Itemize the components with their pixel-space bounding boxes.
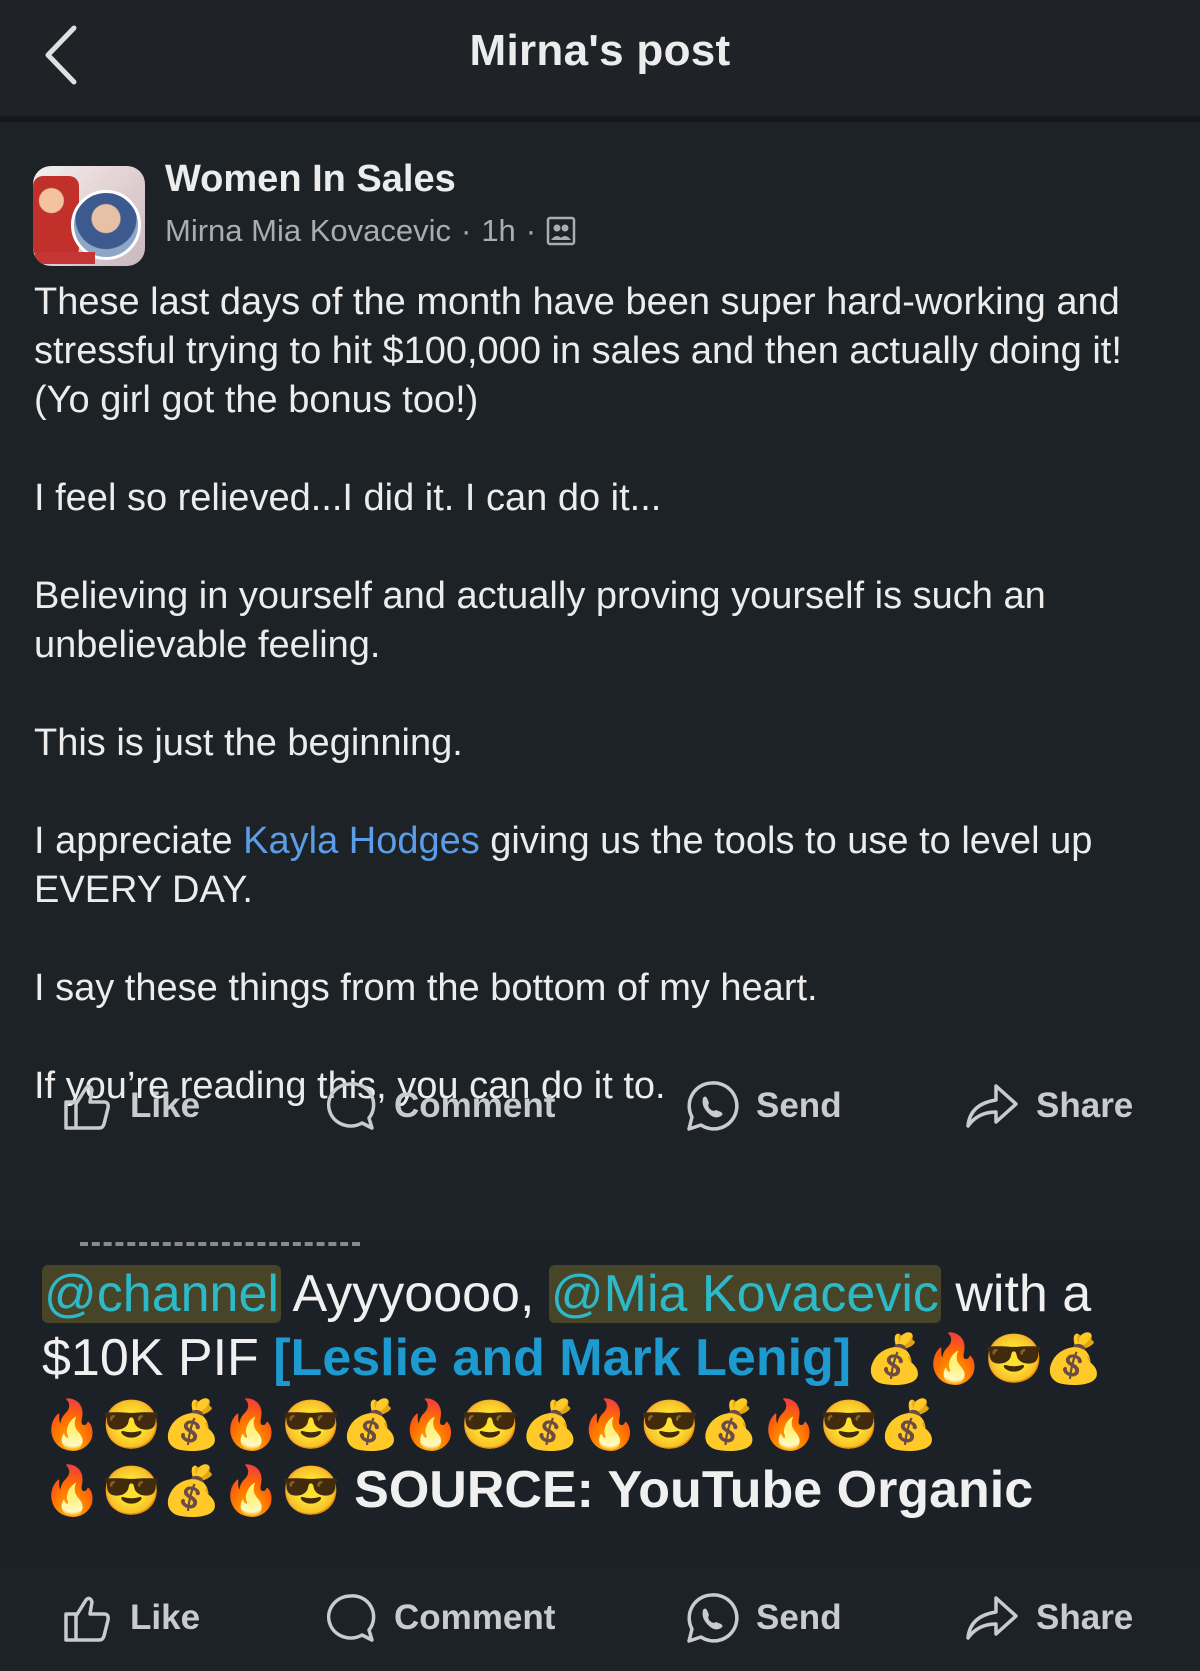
comment-icon	[326, 1594, 376, 1642]
post-paragraph: This is just the beginning.	[34, 722, 463, 764]
post-actions: Like Comment Send Share	[0, 1578, 1200, 1658]
slack-link[interactable]: [Leslie and Mark Lenig]	[273, 1329, 851, 1387]
like-button[interactable]: Like	[58, 1078, 200, 1134]
text-run: I appreciate	[34, 820, 244, 862]
share-label: Share	[1036, 1086, 1134, 1125]
emoji-run: 💰🔥😎💰	[851, 1333, 1104, 1386]
source-text: SOURCE: YouTube Organic	[354, 1461, 1034, 1519]
slack-text: Ayyyoooo,	[280, 1265, 549, 1323]
post-actions-bottom: Like Comment Send Share	[0, 1564, 1200, 1671]
emoji-run: 🔥😎💰🔥😎💰🔥😎💰🔥😎💰🔥😎💰	[42, 1399, 939, 1452]
post: Women In Sales Mirna Mia Kovacevic · 1h …	[0, 128, 1200, 1240]
post-paragraph: These last days of the month have been s…	[34, 281, 1122, 421]
send-label: Send	[756, 1598, 842, 1637]
send-button[interactable]: Send	[684, 1590, 842, 1646]
comment-button[interactable]: Comment	[322, 1078, 555, 1134]
messenger-send-icon	[687, 1593, 739, 1643]
meta-separator: ·	[525, 213, 537, 248]
shared-image[interactable]: @channel Ayyyoooo, @Mia Kovacevic with a…	[0, 1240, 1200, 1564]
comment-label: Comment	[394, 1598, 556, 1637]
like-label: Like	[130, 1598, 201, 1637]
cutoff-text	[80, 1240, 360, 1252]
author-name[interactable]: Mirna Mia Kovacevic	[165, 213, 451, 249]
share-label: Share	[1036, 1598, 1134, 1637]
group-name[interactable]: Women In Sales	[165, 158, 456, 201]
comment-icon	[326, 1082, 376, 1130]
share-arrow-icon	[966, 1084, 1018, 1128]
comment-button[interactable]: Comment	[322, 1590, 555, 1646]
post-paragraph: I say these things from the bottom of my…	[34, 967, 818, 1009]
share-arrow-icon	[966, 1596, 1018, 1640]
user-mention[interactable]: @Mia Kovacevic	[548, 1265, 941, 1323]
emoji-run: 🔥😎💰🔥😎	[42, 1465, 355, 1518]
channel-mention[interactable]: @channel	[42, 1265, 281, 1323]
mention-link[interactable]: Kayla Hodges	[243, 820, 480, 862]
share-button[interactable]: Share	[964, 1078, 1133, 1134]
comment-label: Comment	[394, 1086, 556, 1125]
thumbs-up-icon	[64, 1084, 110, 1130]
messenger-send-icon	[687, 1081, 739, 1131]
like-label: Like	[130, 1086, 201, 1125]
post-paragraph: I feel so relieved...I did it. I can do …	[34, 477, 662, 519]
post-time: 1h	[481, 213, 516, 248]
post-paragraph: I appreciate Kayla Hodges giving us the …	[34, 817, 1174, 915]
send-label: Send	[756, 1086, 842, 1125]
group-avatar[interactable]	[33, 166, 145, 266]
post-body: These last days of the month have been s…	[34, 278, 1174, 1160]
like-button[interactable]: Like	[58, 1590, 200, 1646]
meta-separator: ·	[460, 213, 472, 248]
page-title: Mirna's post	[469, 26, 731, 75]
thumbs-up-icon	[64, 1596, 110, 1642]
post-meta: Mirna Mia Kovacevic · 1h ·	[165, 213, 576, 249]
send-button[interactable]: Send	[684, 1078, 842, 1134]
slack-message: @channel Ayyyoooo, @Mia Kovacevic with a…	[42, 1262, 1172, 1524]
top-bar: Mirna's post	[0, 0, 1200, 122]
share-button[interactable]: Share	[964, 1590, 1133, 1646]
group-members-icon	[546, 216, 576, 246]
post-actions: Like Comment Send Share	[0, 1066, 1200, 1146]
post-paragraph: Believing in yourself and actually provi…	[34, 575, 1046, 666]
